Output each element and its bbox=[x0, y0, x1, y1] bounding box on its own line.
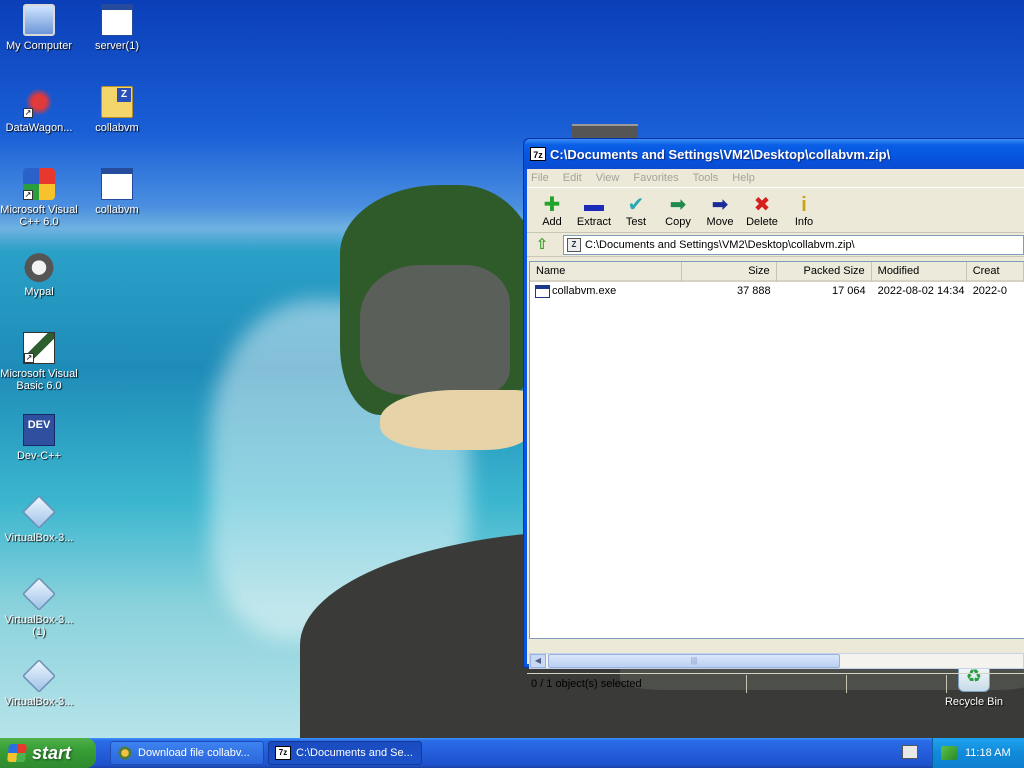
cell-created: 2022-0 bbox=[972, 285, 1007, 297]
window-title: C:\Documents and Settings\VM2\Desktop\co… bbox=[550, 146, 891, 162]
desktop-icon-collabvm[interactable]: collabvm bbox=[78, 168, 156, 216]
delete-icon: ✖ bbox=[753, 194, 771, 216]
cell-name: collabvm.exe bbox=[530, 284, 682, 298]
archive-icon: Z bbox=[567, 237, 581, 252]
desktop-icon-virtualbox-2[interactable]: VirtualBox-3... (1) bbox=[0, 577, 78, 638]
info-icon: i bbox=[801, 194, 807, 216]
menu-favorites[interactable]: Favorites bbox=[633, 172, 678, 184]
horizontal-scrollbar[interactable]: ◀ ||| bbox=[529, 653, 1024, 669]
my-computer-icon bbox=[23, 4, 55, 36]
desktop-icon-dev-cpp[interactable]: DEV Dev-C++ bbox=[0, 414, 78, 462]
menu-view[interactable]: View bbox=[596, 172, 620, 184]
internet-explorer-icon bbox=[117, 746, 133, 760]
status-bar: 0 / 1 object(s) selected bbox=[527, 673, 1024, 693]
menubar: File Edit View Favorites Tools Help bbox=[527, 169, 1024, 187]
column-packed-size[interactable]: Packed Size bbox=[777, 262, 872, 282]
file-list[interactable]: Name Size Packed Size Modified Creat col… bbox=[529, 261, 1024, 639]
mypal-icon bbox=[23, 250, 55, 282]
desktop-icon-virtualbox-1[interactable]: VirtualBox-3... bbox=[0, 495, 78, 544]
address-field[interactable]: Z C:\Documents and Settings\VM2\Desktop\… bbox=[563, 234, 1024, 255]
menu-file[interactable]: File bbox=[531, 172, 549, 184]
desktop-icon-visual-basic[interactable]: ↗ Microsoft Visual Basic 6.0 bbox=[0, 332, 78, 392]
virtualbox-icon bbox=[22, 659, 56, 693]
zip-folder-icon: Z bbox=[101, 86, 133, 118]
clock[interactable]: 11:18 AM bbox=[965, 747, 1011, 759]
column-size[interactable]: Size bbox=[682, 262, 777, 282]
wallpaper-beach bbox=[380, 390, 530, 450]
desktop-icon-visual-cpp[interactable]: ↗ Microsoft Visual C++ 6.0 bbox=[0, 168, 78, 228]
taskbar-item-download[interactable]: Download file collabv... bbox=[110, 741, 264, 765]
menu-tools[interactable]: Tools bbox=[693, 172, 719, 184]
column-created[interactable]: Creat bbox=[967, 262, 1024, 282]
move-icon: ➡ bbox=[711, 194, 729, 216]
menu-help[interactable]: Help bbox=[732, 172, 755, 184]
cell-size: 37 888 bbox=[736, 285, 771, 297]
virtualbox-icon bbox=[22, 577, 56, 611]
virtualbox-icon bbox=[22, 495, 56, 529]
exe-file-icon bbox=[535, 284, 550, 298]
address-text: C:\Documents and Settings\VM2\Desktop\co… bbox=[585, 238, 855, 251]
visual-basic-icon: ↗ bbox=[23, 332, 55, 364]
taskbar: start Download file collabv... 7z C:\Doc… bbox=[0, 738, 1024, 768]
wallpaper-cliff bbox=[340, 185, 540, 415]
network-icon[interactable] bbox=[941, 746, 957, 760]
cell-packed-size: 17 064 bbox=[832, 285, 866, 297]
desktop-icon-collabvm-zip[interactable]: Z collabvm bbox=[78, 86, 156, 134]
table-row[interactable]: collabvm.exe 37 888 17 064 2022-08-02 14… bbox=[530, 282, 1024, 300]
dev-cpp-icon: DEV bbox=[23, 414, 55, 446]
copy-icon: ➡ bbox=[669, 194, 687, 216]
seven-zip-icon: 7z bbox=[275, 746, 291, 760]
keyboard-icon[interactable] bbox=[902, 745, 918, 759]
desktop-icon-server[interactable]: server(1) bbox=[78, 4, 156, 52]
start-button[interactable]: start bbox=[0, 738, 96, 768]
seven-zip-window: 7z C:\Documents and Settings\VM2\Desktop… bbox=[523, 138, 1024, 693]
scroll-thumb[interactable]: ||| bbox=[548, 654, 840, 668]
column-name[interactable]: Name bbox=[530, 262, 682, 282]
window-icon bbox=[101, 4, 133, 36]
window-icon bbox=[101, 168, 133, 200]
toolbar: ✚ Add ▬ Extract ✔ Test ➡ Copy ➡ Move ✖ D… bbox=[527, 187, 1024, 233]
seven-zip-app-icon[interactable]: 7z bbox=[530, 147, 546, 161]
visual-cpp-icon: ↗ bbox=[23, 168, 55, 200]
list-header: Name Size Packed Size Modified Creat bbox=[530, 262, 1024, 282]
info-button[interactable]: i Info bbox=[783, 194, 825, 228]
status-panel-3 bbox=[847, 674, 947, 693]
add-icon: ✚ bbox=[543, 194, 561, 216]
desktop-icon-mypal[interactable]: Mypal bbox=[0, 250, 78, 298]
up-folder-icon[interactable]: ⇧ bbox=[533, 236, 551, 254]
windows-flag-icon bbox=[7, 744, 27, 762]
delete-button[interactable]: ✖ Delete bbox=[741, 194, 783, 228]
extract-icon: ▬ bbox=[584, 194, 604, 216]
desktop-icon-my-computer[interactable]: My Computer bbox=[0, 4, 78, 52]
window-client: File Edit View Favorites Tools Help ✚ Ad… bbox=[527, 169, 1024, 693]
extract-button[interactable]: ▬ Extract bbox=[573, 194, 615, 228]
window-titlebar[interactable]: 7z C:\Documents and Settings\VM2\Desktop… bbox=[524, 139, 1024, 169]
desktop-icon-virtualbox-3[interactable]: VirtualBox-3... bbox=[0, 659, 78, 708]
desktop-icon-datawagon[interactable]: ↗ DataWagon... bbox=[0, 86, 78, 134]
status-panel-2 bbox=[747, 674, 847, 693]
copy-button[interactable]: ➡ Copy bbox=[657, 194, 699, 228]
test-button[interactable]: ✔ Test bbox=[615, 194, 657, 228]
taskbar-item-seven-zip[interactable]: 7z C:\Documents and Se... bbox=[268, 741, 422, 765]
move-button[interactable]: ➡ Move bbox=[699, 194, 741, 228]
address-bar: ⇧ Z C:\Documents and Settings\VM2\Deskto… bbox=[527, 233, 1024, 257]
test-icon: ✔ bbox=[627, 194, 645, 216]
cell-modified: 2022-08-02 14:34 bbox=[877, 285, 965, 297]
menu-edit[interactable]: Edit bbox=[563, 172, 582, 184]
system-tray: 11:18 AM bbox=[932, 738, 1024, 768]
status-selection: 0 / 1 object(s) selected bbox=[527, 674, 747, 693]
scroll-left-button[interactable]: ◀ bbox=[530, 654, 546, 668]
column-modified[interactable]: Modified bbox=[872, 262, 967, 282]
datawagon-icon: ↗ bbox=[23, 86, 55, 118]
add-button[interactable]: ✚ Add bbox=[531, 194, 573, 228]
